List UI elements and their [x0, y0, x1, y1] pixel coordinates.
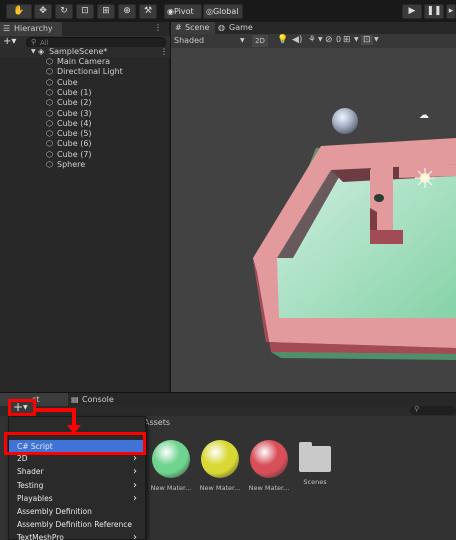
annotation-arrow: [36, 408, 81, 434]
